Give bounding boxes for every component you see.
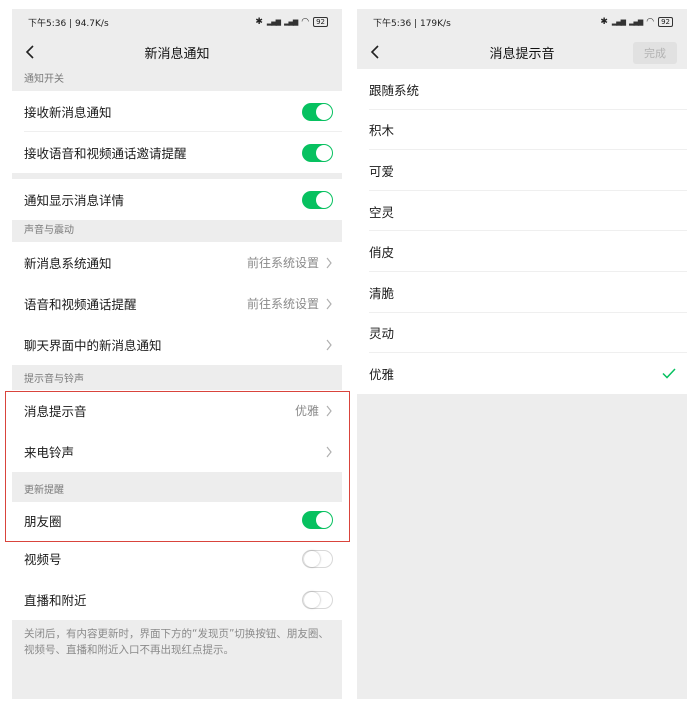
status-time: 下午5:36 | 94.7K/s [28, 18, 109, 29]
section-header-notification-switch: 通知开关 [24, 74, 64, 85]
back-arrow-icon[interactable] [22, 43, 40, 61]
row-show-message-details[interactable]: 通知显示消息详情 [12, 179, 342, 220]
wifi-icon: ◠ [646, 17, 655, 27]
back-arrow-icon[interactable] [367, 43, 385, 61]
tone-item[interactable]: 跟随系统 [357, 69, 687, 110]
row-new-message-system-notification[interactable]: 新消息系统通知 前往系统设置 [12, 242, 342, 283]
message-tone-screen: 下午5:36 | 179K/s ✱ ▂▄▆ ▂▄▆ ◠ 92 消息提示音 完成 … [357, 9, 687, 699]
toggle-receive-new-message[interactable] [302, 102, 333, 121]
toggle-live-nearby[interactable] [302, 590, 333, 609]
toggle-voice-video-invite[interactable] [302, 143, 333, 162]
toggle-channels[interactable] [302, 549, 333, 568]
page-title: 新消息通知 [144, 46, 210, 62]
status-time: 下午5:36 | 179K/s [373, 18, 451, 29]
signal-icon: ▂▄▆ [611, 18, 626, 26]
update-reminder-footnote: 关闭后，有内容更新时，界面下方的“发现页”切换按钮、朋友圈、视频号、直播和附近入… [24, 628, 329, 656]
tone-list: 跟随系统 积木 可爱 空灵 俏皮 清脆 灵动 优雅 [357, 69, 687, 394]
section-header-sound-vibration: 声音与震动 [24, 225, 74, 236]
chevron-right-icon [326, 405, 332, 416]
row-live-nearby[interactable]: 直播和附近 [12, 579, 342, 620]
tone-item[interactable]: 清脆 [357, 271, 687, 313]
wifi-icon: ◠ [301, 17, 310, 27]
checkmark-icon [662, 368, 676, 379]
new-message-notification-screen: 下午5:36 | 94.7K/s ✱ ▂▄▆ ▂▄▆ ◠ 92 新消息通知 通知… [12, 9, 342, 699]
signal-icon: ▂▄▆ [266, 18, 281, 26]
row-moments[interactable]: 朋友圈 [12, 502, 342, 538]
status-bar: 下午5:36 | 94.7K/s ✱ ▂▄▆ ▂▄▆ ◠ 92 [12, 9, 342, 35]
tone-item-selected[interactable]: 优雅 [357, 353, 687, 394]
nav-bar: 消息提示音 完成 [357, 35, 687, 69]
row-ringtone[interactable]: 来电铃声 [12, 431, 342, 472]
row-chat-new-message-notification[interactable]: 聊天界面中的新消息通知 [12, 324, 342, 365]
toggle-show-message-details[interactable] [302, 190, 333, 209]
tone-item[interactable]: 积木 [357, 109, 687, 151]
section-header-tones-ringtones: 提示音与铃声 [24, 374, 84, 385]
chevron-right-icon [326, 298, 332, 309]
page-title: 消息提示音 [489, 46, 555, 62]
chevron-right-icon [326, 257, 332, 268]
nav-bar: 新消息通知 [12, 35, 342, 69]
chevron-right-icon [326, 446, 332, 457]
toggle-moments[interactable] [302, 511, 333, 529]
status-bar: 下午5:36 | 179K/s ✱ ▂▄▆ ▂▄▆ ◠ 92 [357, 9, 687, 35]
done-button[interactable]: 完成 [633, 42, 677, 64]
row-message-tone[interactable]: 消息提示音 优雅 [12, 390, 342, 431]
tone-item[interactable]: 可爱 [357, 150, 687, 191]
bluetooth-icon: ✱ [255, 17, 263, 27]
row-voice-video-call-reminder[interactable]: 语音和视频通话提醒 前往系统设置 [12, 283, 342, 324]
row-receive-new-message[interactable]: 接收新消息通知 [12, 91, 342, 132]
row-voice-video-invite[interactable]: 接收语音和视频通话邀请提醒 [12, 132, 342, 173]
row-channels[interactable]: 视频号 [12, 538, 342, 579]
tone-item[interactable]: 空灵 [357, 190, 687, 232]
signal-icon: ▂▄▆ [284, 18, 298, 26]
bluetooth-icon: ✱ [600, 17, 608, 27]
battery-icon: 92 [313, 17, 328, 27]
tone-item[interactable]: 灵动 [357, 312, 687, 354]
battery-icon: 92 [658, 17, 673, 27]
section-header-update-reminder: 更新提醒 [24, 485, 64, 496]
tone-item[interactable]: 俏皮 [357, 231, 687, 272]
chevron-right-icon [326, 339, 332, 350]
signal-icon: ▂▄▆ [629, 18, 643, 26]
